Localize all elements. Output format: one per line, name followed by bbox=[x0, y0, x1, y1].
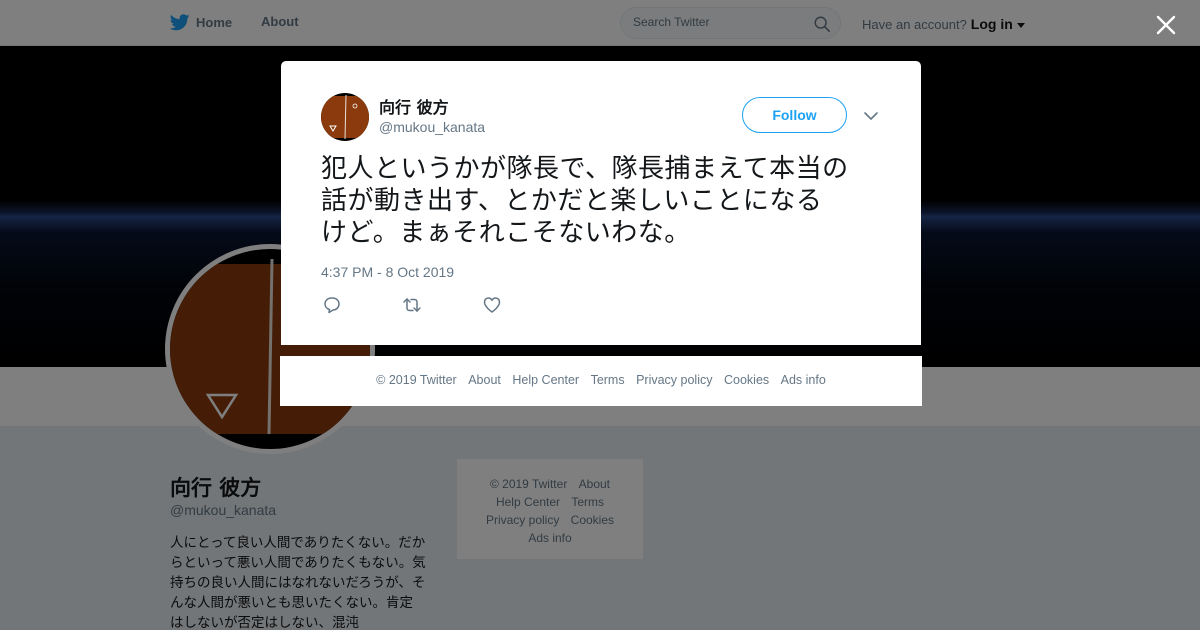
chevron-down-icon[interactable] bbox=[863, 108, 879, 124]
like-icon[interactable] bbox=[482, 295, 502, 315]
tweet-author-name[interactable]: 向行 彼方 bbox=[379, 94, 449, 118]
reply-icon[interactable] bbox=[322, 295, 342, 315]
modal-footer-cookies[interactable]: Cookies bbox=[724, 373, 769, 387]
retweet-icon[interactable] bbox=[402, 295, 422, 315]
modal-footer-copyright: © 2019 Twitter bbox=[376, 373, 457, 387]
modal-footer-about[interactable]: About bbox=[468, 373, 501, 387]
modal-footer-help[interactable]: Help Center bbox=[512, 373, 579, 387]
tweet-text-line: けど。まぁそれこそないわな。 bbox=[321, 218, 691, 248]
tweet-text-line: 犯人というかが隊長で、隊長捕まえて本当の bbox=[321, 154, 849, 184]
close-icon[interactable] bbox=[1154, 13, 1178, 37]
avatar-image bbox=[321, 93, 369, 141]
modal-footer-privacy[interactable]: Privacy policy bbox=[636, 373, 712, 387]
modal-footer-terms[interactable]: Terms bbox=[591, 373, 625, 387]
modal-footer-ads[interactable]: Ads info bbox=[781, 373, 826, 387]
tweet-author-avatar[interactable] bbox=[321, 93, 369, 141]
tweet-modal: 向行 彼方 @mukou_kanata Follow 犯人というかが隊長で、隊長… bbox=[281, 61, 921, 345]
follow-button[interactable]: Follow bbox=[742, 97, 847, 133]
tweet-author-handle[interactable]: @mukou_kanata bbox=[379, 119, 485, 135]
tweet-text: 犯人というかが隊長で、隊長捕まえて本当の 話が動き出す、とかだと楽しいことになる… bbox=[321, 153, 891, 249]
modal-footer: © 2019 Twitter About Help Center Terms P… bbox=[280, 356, 922, 406]
tweet-timestamp[interactable]: 4:37 PM - 8 Oct 2019 bbox=[321, 264, 454, 280]
tweet-text-line: 話が動き出す、とかだと楽しいことになる bbox=[321, 186, 823, 216]
